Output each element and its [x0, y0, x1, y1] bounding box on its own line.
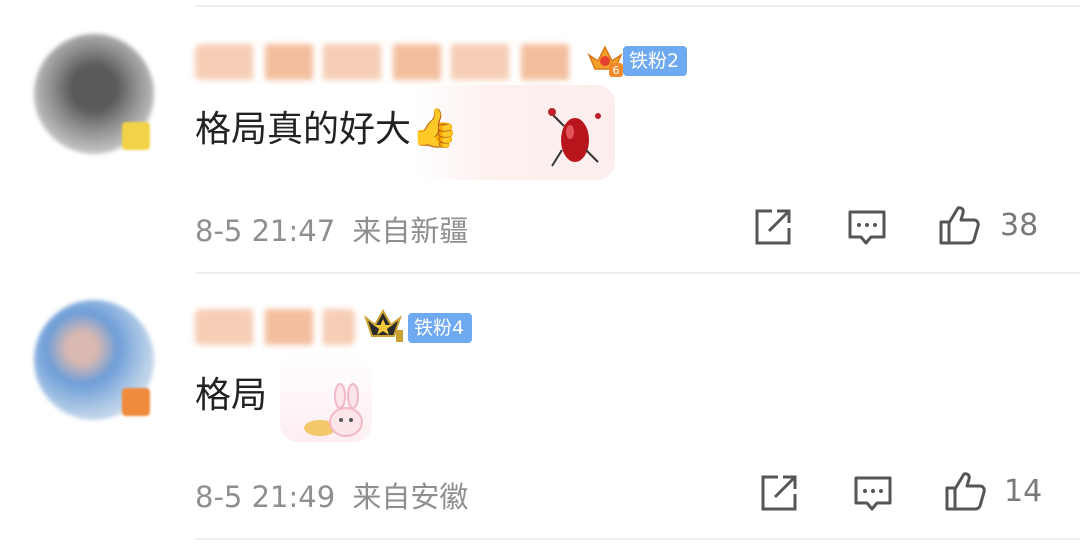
- bottom-divider: [195, 538, 1080, 540]
- username-blurred[interactable]: [195, 309, 355, 345]
- crown-star-1-icon: [364, 308, 403, 342]
- comment-meta: 8-5 21:49 来自安徽: [195, 474, 468, 516]
- like-count: 14: [1004, 474, 1043, 509]
- verified-badge-icon: [122, 388, 150, 416]
- thumbs-up-icon[interactable]: [944, 470, 986, 512]
- share-icon[interactable]: [758, 472, 800, 514]
- comment-text: 格局: [195, 375, 268, 416]
- comment-item: 铁粉4 格局 8-5 21:49 来自安徽 14: [0, 0, 1080, 551]
- timestamp: 8-5 21:49: [195, 480, 336, 514]
- fan-badge[interactable]: 铁粉4: [408, 313, 473, 343]
- bunny-sticker-icon: [304, 383, 363, 437]
- comment-icon[interactable]: [852, 473, 894, 515]
- location: 来自安徽: [352, 480, 469, 514]
